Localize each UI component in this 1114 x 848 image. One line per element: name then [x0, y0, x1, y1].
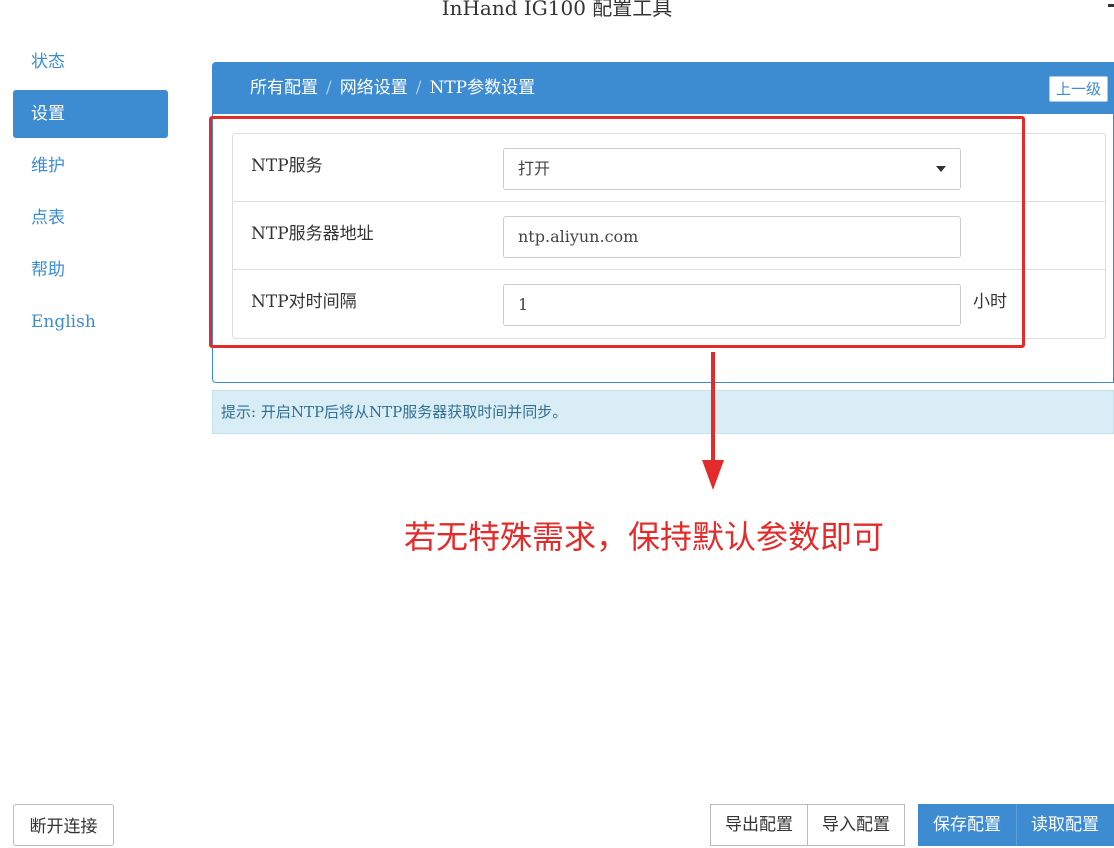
window-control-icon[interactable]: [1108, 4, 1114, 7]
panel-header: 所有配置 / 网络设置 / NTP参数设置 上一级: [212, 62, 1114, 114]
footer-toolbar-right: 保存配置 读取配置: [918, 804, 1114, 846]
breadcrumb-separator: /: [326, 78, 332, 98]
annotation-text: 若无特殊需求，保持默认参数即可: [404, 518, 885, 556]
sidebar-item-english[interactable]: English: [13, 298, 168, 346]
export-config-button[interactable]: 导出配置: [710, 804, 808, 846]
disconnect-button[interactable]: 断开连接: [13, 804, 114, 846]
read-config-button[interactable]: 读取配置: [1016, 804, 1114, 846]
sidebar-item-point-table[interactable]: 点表: [13, 194, 168, 242]
breadcrumb-network-settings[interactable]: 网络设置: [340, 78, 408, 98]
breadcrumb-ntp-settings: NTP参数设置: [429, 78, 536, 98]
sidebar-item-status[interactable]: 状态: [13, 38, 168, 86]
arrow-head-icon: [702, 460, 724, 490]
window-title: InHand IG100 配置工具: [441, 0, 673, 20]
sidebar-item-help[interactable]: 帮助: [13, 246, 168, 294]
save-config-button[interactable]: 保存配置: [918, 804, 1016, 846]
breadcrumb-all-config[interactable]: 所有配置: [250, 78, 318, 98]
sidebar-item-maintenance[interactable]: 维护: [13, 142, 168, 190]
sidebar-item-settings[interactable]: 设置: [13, 90, 168, 138]
back-button[interactable]: 上一级: [1048, 76, 1108, 102]
window-titlebar: InHand IG100 配置工具: [0, 0, 1114, 38]
breadcrumb: 所有配置 / 网络设置 / NTP参数设置: [250, 62, 535, 114]
highlight-box: [209, 116, 1025, 348]
breadcrumb-separator: /: [415, 78, 422, 98]
import-config-button[interactable]: 导入配置: [808, 804, 905, 846]
footer-toolbar-left: 导出配置 导入配置: [710, 804, 905, 846]
arrow-down-icon: [711, 352, 715, 462]
hint-message: 提示: 开启NTP后将从NTP服务器获取时间并同步。: [212, 390, 1114, 434]
